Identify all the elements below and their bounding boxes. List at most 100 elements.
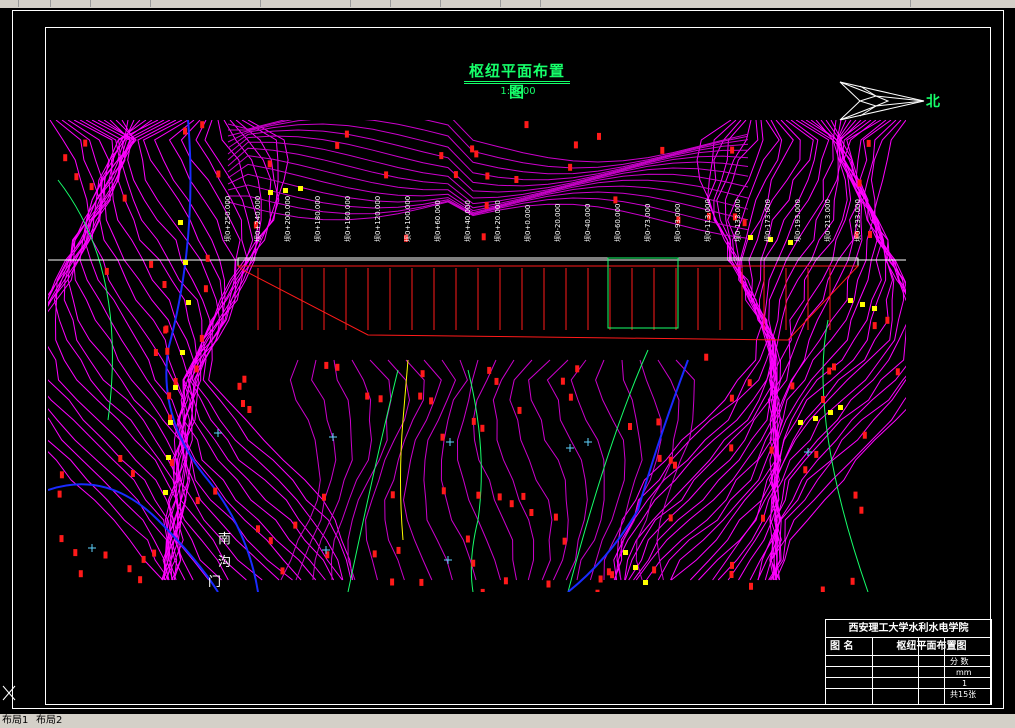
elevation-marker <box>524 121 529 129</box>
layout-tab-bar: 布局1 布局2 <box>0 714 1015 728</box>
contour-line <box>295 359 337 581</box>
elevation-marker <box>517 406 522 414</box>
elevation-marker <box>853 491 858 499</box>
elevation-marker <box>59 471 64 479</box>
toolbar-button[interactable] <box>140 0 151 7</box>
elevation-marker <box>365 392 370 400</box>
elevation-marker <box>730 146 735 154</box>
elevation-marker <box>560 377 565 385</box>
elevation-marker <box>656 418 661 426</box>
elevation-marker <box>118 455 123 462</box>
elevation-marker <box>652 566 657 574</box>
elevation-marker <box>749 582 753 590</box>
elevation-marker <box>439 152 444 160</box>
station-label: 坝0+250.000 <box>223 196 232 242</box>
tab-layout1[interactable]: 布局1 <box>2 715 28 727</box>
elevation-marker <box>453 171 458 179</box>
elevation-marker <box>803 466 808 474</box>
elevation-marker <box>471 417 476 425</box>
elevation-marker <box>606 568 611 576</box>
toolbar-button[interactable] <box>8 0 19 7</box>
elevation-marker <box>344 130 349 138</box>
elevation-marker <box>476 491 481 499</box>
contour-line <box>456 359 501 581</box>
elevation-marker <box>729 394 734 402</box>
toolbar-button[interactable] <box>40 0 51 7</box>
contour-line <box>227 123 749 181</box>
station-label: 坝0+40.000 <box>463 200 472 242</box>
elevation-marker <box>166 455 171 460</box>
elevation-marker <box>850 577 855 585</box>
toolbar-button[interactable] <box>900 0 911 7</box>
place-label: 门 <box>208 575 222 590</box>
elevation-marker <box>562 537 567 545</box>
station-label: 坝0-113.000 <box>703 199 712 242</box>
elevation-marker <box>481 233 486 241</box>
elevation-marker <box>470 145 475 153</box>
elevation-marker <box>657 454 662 462</box>
elevation-marker <box>242 375 247 383</box>
contour-line <box>53 120 184 581</box>
contour-line <box>365 359 411 581</box>
toolbar-button[interactable] <box>430 0 441 7</box>
elevation-marker <box>866 139 871 147</box>
toolbar-button[interactable] <box>340 0 351 7</box>
elevation-marker <box>568 163 573 171</box>
contour-line <box>775 120 906 581</box>
title-block-drawing-name: 枢纽平面布置图 <box>896 641 967 652</box>
elevation-marker <box>195 497 200 505</box>
elevation-marker <box>673 461 677 469</box>
grid-line <box>918 638 919 704</box>
elevation-marker <box>748 235 753 240</box>
contour-line <box>227 141 749 199</box>
toolbar-button[interactable] <box>80 0 91 7</box>
topographic-map[interactable]: 坝0+250.000 坝0+240.000 坝0+200.000 坝0+180.000… <box>48 120 906 592</box>
station-label: 坝0-193.000 <box>793 199 802 242</box>
elevation-marker <box>573 141 578 149</box>
toolbar-button[interactable] <box>380 0 391 7</box>
elevation-marker <box>790 382 795 390</box>
elevation-marker <box>788 240 793 245</box>
contour-line <box>570 359 605 581</box>
elevation-marker <box>419 578 424 586</box>
elevation-marker <box>78 570 83 578</box>
station-label: 坝0+160.000 <box>343 196 352 242</box>
drawing-scale: 1:1000 <box>500 86 536 97</box>
elevation-marker <box>742 219 747 227</box>
elevation-marker <box>872 322 877 330</box>
elevation-marker <box>820 586 825 592</box>
elevation-marker <box>130 470 135 477</box>
boundary-line <box>822 319 869 592</box>
station-label: 坝0-60.000 <box>613 204 622 242</box>
elevation-marker <box>474 150 479 158</box>
north-label: 北 <box>926 94 940 110</box>
title-block: 西安理工大学水利水电学院 图 名 枢纽平面布置图 分 数 mm 1 共15张 <box>825 619 992 705</box>
station-label: 坝0+240.000 <box>253 196 262 242</box>
elevation-marker <box>821 396 825 403</box>
station-label: 坝0-93.000 <box>673 204 682 242</box>
toolbar-button[interactable] <box>250 0 261 7</box>
elevation-marker <box>378 395 383 403</box>
elevation-marker <box>162 281 167 288</box>
contour-line <box>616 120 764 581</box>
elevation-marker <box>183 127 187 135</box>
station-label: 坝0-233.000 <box>853 199 862 242</box>
contour-line <box>440 359 477 581</box>
contour-line <box>227 120 749 175</box>
tab-layout2[interactable]: 布局2 <box>36 715 62 727</box>
elevation-marker <box>471 559 476 567</box>
title-block-name-label: 图 名 <box>830 641 854 652</box>
elevation-marker <box>633 565 638 570</box>
elevation-marker <box>59 535 64 543</box>
boundary-line <box>57 179 113 421</box>
toolbar-button[interactable] <box>490 0 501 7</box>
elevation-marker <box>529 509 534 516</box>
contour-line <box>670 120 819 581</box>
elevation-marker <box>74 173 79 181</box>
title-block-unit: mm <box>956 668 972 677</box>
elevation-marker <box>440 433 445 441</box>
contour-line <box>84 120 188 581</box>
toolbar-button[interactable] <box>530 0 541 7</box>
place-label: 沟 <box>218 555 232 570</box>
title-block-institution: 西安理工大学水利水电学院 <box>826 620 991 638</box>
